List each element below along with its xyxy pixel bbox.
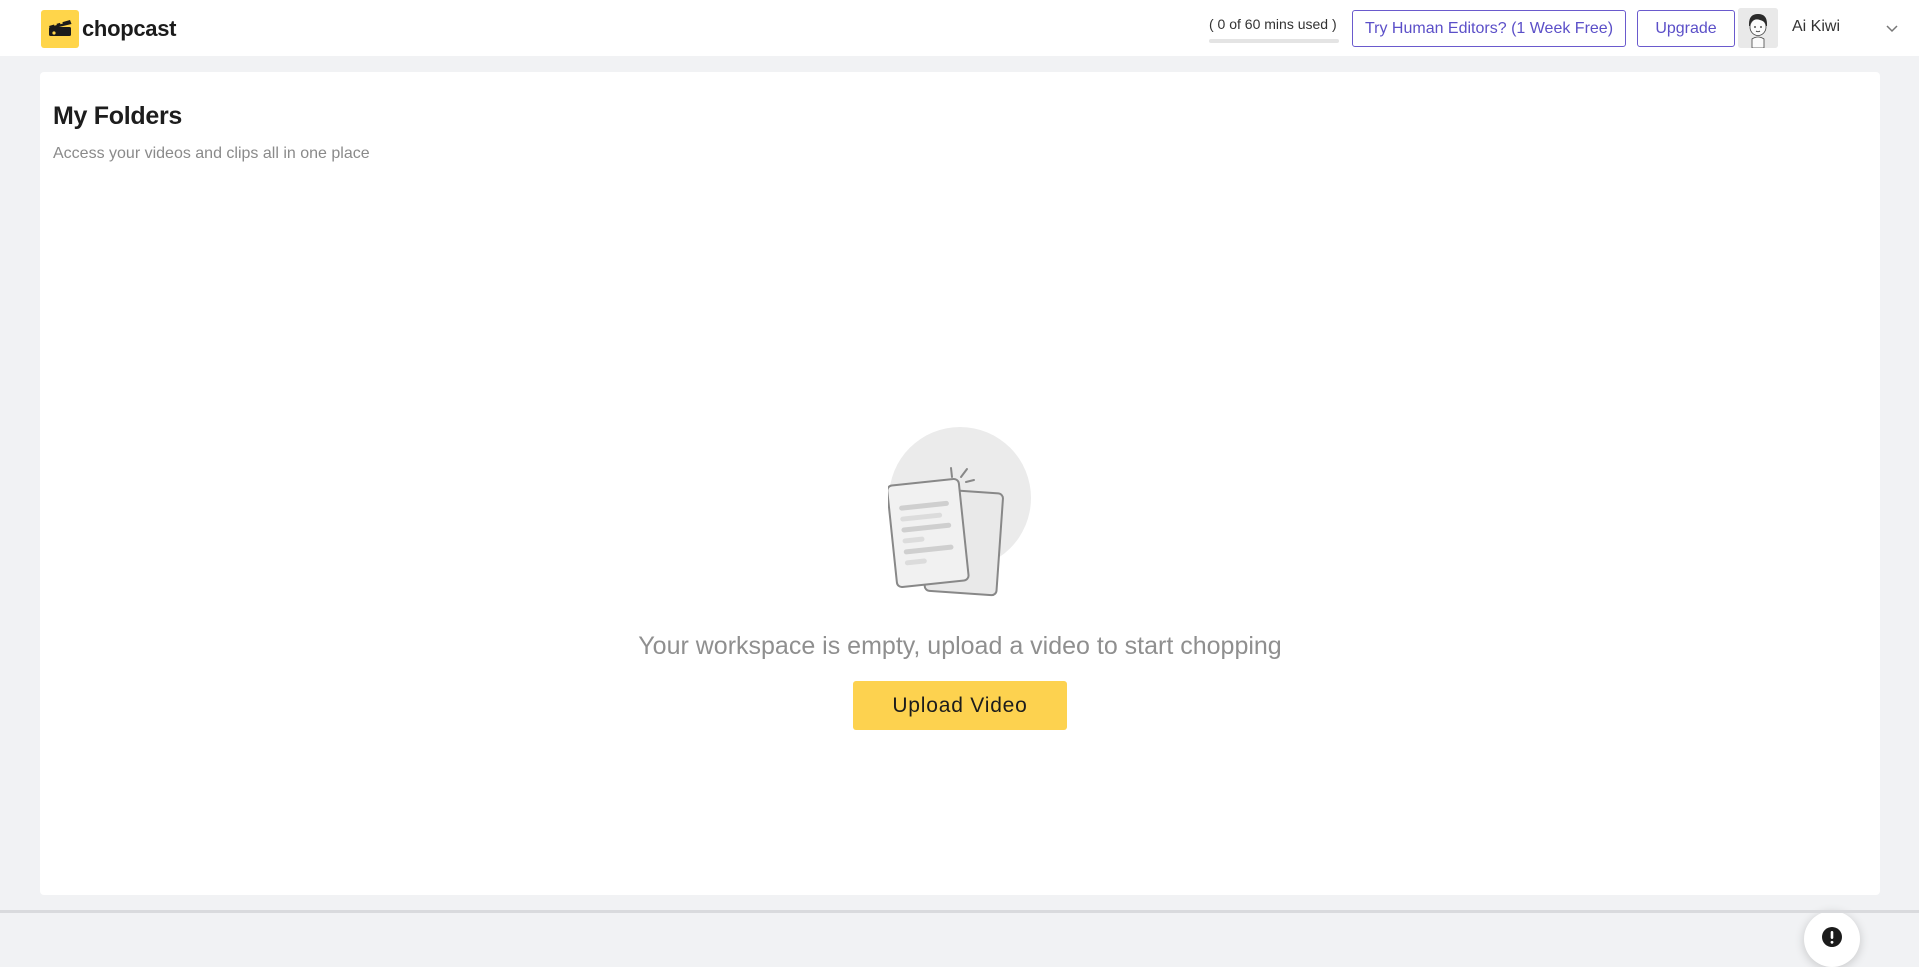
user-avatar[interactable]: [1738, 8, 1778, 48]
try-human-editors-button[interactable]: Try Human Editors? (1 Week Free): [1352, 10, 1626, 47]
top-navigation-bar: chopcast ( 0 of 60 mins used ) Try Human…: [0, 0, 1919, 56]
empty-documents-illustration: [886, 424, 1038, 602]
page-title: My Folders: [53, 102, 182, 130]
user-name[interactable]: Ai Kiwi: [1792, 18, 1840, 36]
upgrade-button[interactable]: Upgrade: [1637, 10, 1735, 47]
usage-progress-bar: [1209, 39, 1339, 43]
folders-panel: My Folders Access your videos and clips …: [40, 72, 1880, 967]
chopcast-logo[interactable]: chopcast: [41, 10, 176, 48]
help-button[interactable]: [1804, 911, 1860, 967]
upload-video-button[interactable]: Upload Video: [853, 681, 1067, 730]
logo-wordmark: chopcast: [82, 16, 177, 41]
usage-indicator: ( 0 of 60 mins used ): [1209, 16, 1339, 43]
page-subtitle: Access your videos and clips all in one …: [53, 145, 370, 162]
usage-text: ( 0 of 60 mins used ): [1209, 16, 1337, 32]
empty-state-message: Your workspace is empty, upload a video …: [638, 632, 1282, 660]
chevron-down-icon[interactable]: [1884, 20, 1900, 36]
chopcast-logo-icon: [41, 10, 79, 48]
exclamation-icon: [1821, 926, 1843, 953]
